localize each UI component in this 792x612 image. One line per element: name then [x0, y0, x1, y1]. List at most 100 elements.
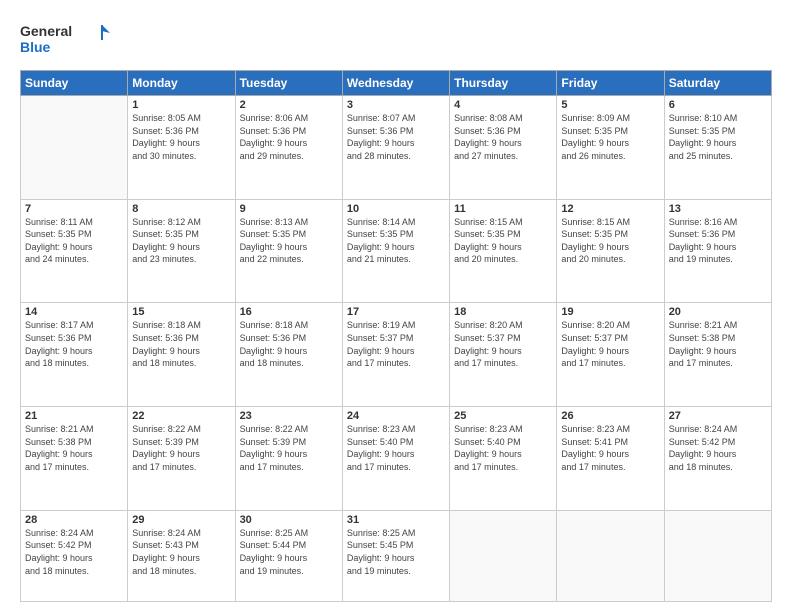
calendar-week-row: 14Sunrise: 8:17 AM Sunset: 5:36 PM Dayli…: [21, 303, 772, 407]
weekday-header: Saturday: [664, 71, 771, 96]
day-info: Sunrise: 8:18 AM Sunset: 5:36 PM Dayligh…: [240, 319, 338, 369]
calendar-cell: [450, 510, 557, 601]
day-info: Sunrise: 8:21 AM Sunset: 5:38 PM Dayligh…: [669, 319, 767, 369]
day-number: 31: [347, 514, 445, 526]
day-info: Sunrise: 8:12 AM Sunset: 5:35 PM Dayligh…: [132, 216, 230, 266]
day-info: Sunrise: 8:07 AM Sunset: 5:36 PM Dayligh…: [347, 112, 445, 162]
calendar-cell: [557, 510, 664, 601]
calendar-cell: 8Sunrise: 8:12 AM Sunset: 5:35 PM Daylig…: [128, 199, 235, 303]
day-number: 16: [240, 306, 338, 318]
day-number: 8: [132, 203, 230, 215]
day-info: Sunrise: 8:24 AM Sunset: 5:42 PM Dayligh…: [669, 423, 767, 473]
calendar-week-row: 28Sunrise: 8:24 AM Sunset: 5:42 PM Dayli…: [21, 510, 772, 601]
day-number: 26: [561, 410, 659, 422]
day-number: 23: [240, 410, 338, 422]
calendar-cell: [21, 96, 128, 200]
day-number: 1: [132, 99, 230, 111]
calendar-cell: 4Sunrise: 8:08 AM Sunset: 5:36 PM Daylig…: [450, 96, 557, 200]
calendar-cell: 3Sunrise: 8:07 AM Sunset: 5:36 PM Daylig…: [342, 96, 449, 200]
day-info: Sunrise: 8:20 AM Sunset: 5:37 PM Dayligh…: [561, 319, 659, 369]
day-number: 24: [347, 410, 445, 422]
day-number: 15: [132, 306, 230, 318]
day-info: Sunrise: 8:16 AM Sunset: 5:36 PM Dayligh…: [669, 216, 767, 266]
calendar-cell: 12Sunrise: 8:15 AM Sunset: 5:35 PM Dayli…: [557, 199, 664, 303]
day-info: Sunrise: 8:23 AM Sunset: 5:41 PM Dayligh…: [561, 423, 659, 473]
day-info: Sunrise: 8:20 AM Sunset: 5:37 PM Dayligh…: [454, 319, 552, 369]
calendar-cell: 2Sunrise: 8:06 AM Sunset: 5:36 PM Daylig…: [235, 96, 342, 200]
day-info: Sunrise: 8:14 AM Sunset: 5:35 PM Dayligh…: [347, 216, 445, 266]
calendar-cell: [664, 510, 771, 601]
calendar-cell: 17Sunrise: 8:19 AM Sunset: 5:37 PM Dayli…: [342, 303, 449, 407]
weekday-header: Monday: [128, 71, 235, 96]
calendar-cell: 1Sunrise: 8:05 AM Sunset: 5:36 PM Daylig…: [128, 96, 235, 200]
day-number: 12: [561, 203, 659, 215]
calendar-cell: 28Sunrise: 8:24 AM Sunset: 5:42 PM Dayli…: [21, 510, 128, 601]
calendar-week-row: 21Sunrise: 8:21 AM Sunset: 5:38 PM Dayli…: [21, 407, 772, 511]
day-number: 30: [240, 514, 338, 526]
calendar-cell: 21Sunrise: 8:21 AM Sunset: 5:38 PM Dayli…: [21, 407, 128, 511]
calendar-cell: 31Sunrise: 8:25 AM Sunset: 5:45 PM Dayli…: [342, 510, 449, 601]
day-info: Sunrise: 8:09 AM Sunset: 5:35 PM Dayligh…: [561, 112, 659, 162]
weekday-header: Tuesday: [235, 71, 342, 96]
calendar-week-row: 1Sunrise: 8:05 AM Sunset: 5:36 PM Daylig…: [21, 96, 772, 200]
page: General Blue SundayMondayTuesdayWednesda…: [0, 0, 792, 612]
calendar-cell: 24Sunrise: 8:23 AM Sunset: 5:40 PM Dayli…: [342, 407, 449, 511]
day-number: 21: [25, 410, 123, 422]
day-info: Sunrise: 8:22 AM Sunset: 5:39 PM Dayligh…: [132, 423, 230, 473]
day-info: Sunrise: 8:10 AM Sunset: 5:35 PM Dayligh…: [669, 112, 767, 162]
calendar-cell: 23Sunrise: 8:22 AM Sunset: 5:39 PM Dayli…: [235, 407, 342, 511]
day-info: Sunrise: 8:18 AM Sunset: 5:36 PM Dayligh…: [132, 319, 230, 369]
calendar-cell: 29Sunrise: 8:24 AM Sunset: 5:43 PM Dayli…: [128, 510, 235, 601]
day-number: 3: [347, 99, 445, 111]
day-info: Sunrise: 8:23 AM Sunset: 5:40 PM Dayligh…: [454, 423, 552, 473]
day-info: Sunrise: 8:22 AM Sunset: 5:39 PM Dayligh…: [240, 423, 338, 473]
weekday-header-row: SundayMondayTuesdayWednesdayThursdayFrid…: [21, 71, 772, 96]
day-number: 22: [132, 410, 230, 422]
calendar-cell: 5Sunrise: 8:09 AM Sunset: 5:35 PM Daylig…: [557, 96, 664, 200]
logo-svg: General Blue: [20, 20, 110, 60]
calendar-cell: 10Sunrise: 8:14 AM Sunset: 5:35 PM Dayli…: [342, 199, 449, 303]
weekday-header: Thursday: [450, 71, 557, 96]
calendar-cell: 27Sunrise: 8:24 AM Sunset: 5:42 PM Dayli…: [664, 407, 771, 511]
calendar-cell: 19Sunrise: 8:20 AM Sunset: 5:37 PM Dayli…: [557, 303, 664, 407]
day-info: Sunrise: 8:23 AM Sunset: 5:40 PM Dayligh…: [347, 423, 445, 473]
calendar-week-row: 7Sunrise: 8:11 AM Sunset: 5:35 PM Daylig…: [21, 199, 772, 303]
calendar-cell: 7Sunrise: 8:11 AM Sunset: 5:35 PM Daylig…: [21, 199, 128, 303]
calendar-cell: 15Sunrise: 8:18 AM Sunset: 5:36 PM Dayli…: [128, 303, 235, 407]
day-info: Sunrise: 8:19 AM Sunset: 5:37 PM Dayligh…: [347, 319, 445, 369]
header: General Blue: [20, 20, 772, 60]
calendar-cell: 26Sunrise: 8:23 AM Sunset: 5:41 PM Dayli…: [557, 407, 664, 511]
day-info: Sunrise: 8:24 AM Sunset: 5:43 PM Dayligh…: [132, 527, 230, 577]
weekday-header: Wednesday: [342, 71, 449, 96]
calendar-cell: 13Sunrise: 8:16 AM Sunset: 5:36 PM Dayli…: [664, 199, 771, 303]
day-number: 18: [454, 306, 552, 318]
day-number: 20: [669, 306, 767, 318]
weekday-header: Sunday: [21, 71, 128, 96]
day-number: 11: [454, 203, 552, 215]
day-info: Sunrise: 8:15 AM Sunset: 5:35 PM Dayligh…: [454, 216, 552, 266]
svg-text:Blue: Blue: [20, 39, 51, 55]
day-info: Sunrise: 8:11 AM Sunset: 5:35 PM Dayligh…: [25, 216, 123, 266]
day-number: 6: [669, 99, 767, 111]
weekday-header: Friday: [557, 71, 664, 96]
calendar-cell: 30Sunrise: 8:25 AM Sunset: 5:44 PM Dayli…: [235, 510, 342, 601]
day-info: Sunrise: 8:17 AM Sunset: 5:36 PM Dayligh…: [25, 319, 123, 369]
day-number: 13: [669, 203, 767, 215]
calendar-cell: 14Sunrise: 8:17 AM Sunset: 5:36 PM Dayli…: [21, 303, 128, 407]
day-number: 10: [347, 203, 445, 215]
calendar-cell: 11Sunrise: 8:15 AM Sunset: 5:35 PM Dayli…: [450, 199, 557, 303]
day-number: 9: [240, 203, 338, 215]
calendar-cell: 22Sunrise: 8:22 AM Sunset: 5:39 PM Dayli…: [128, 407, 235, 511]
day-number: 27: [669, 410, 767, 422]
calendar-cell: 25Sunrise: 8:23 AM Sunset: 5:40 PM Dayli…: [450, 407, 557, 511]
svg-text:General: General: [20, 23, 72, 39]
day-number: 7: [25, 203, 123, 215]
calendar-cell: 16Sunrise: 8:18 AM Sunset: 5:36 PM Dayli…: [235, 303, 342, 407]
day-number: 2: [240, 99, 338, 111]
calendar-cell: 20Sunrise: 8:21 AM Sunset: 5:38 PM Dayli…: [664, 303, 771, 407]
logo: General Blue: [20, 20, 110, 60]
day-info: Sunrise: 8:08 AM Sunset: 5:36 PM Dayligh…: [454, 112, 552, 162]
day-number: 25: [454, 410, 552, 422]
day-info: Sunrise: 8:06 AM Sunset: 5:36 PM Dayligh…: [240, 112, 338, 162]
calendar-cell: 18Sunrise: 8:20 AM Sunset: 5:37 PM Dayli…: [450, 303, 557, 407]
